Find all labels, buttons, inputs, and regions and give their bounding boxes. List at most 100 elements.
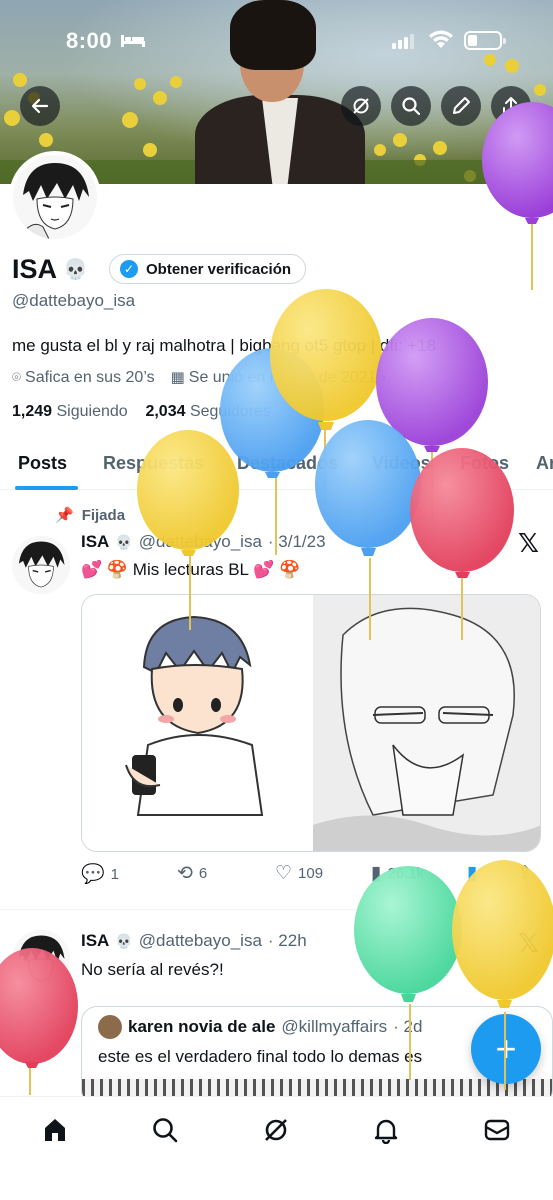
get-verified-label: Obtener verificación [146,260,292,278]
followers-link[interactable]: 2,034 Seguidores [145,403,270,420]
tweet-date[interactable]: · 22h [268,931,307,951]
wifi-icon [429,30,453,48]
location-text: Safica en sus 20’s [25,368,155,386]
profile-location: ⌾ Safica en sus 20’s [12,369,155,387]
profile-meta: ⌾ Safica en sus 20’s ▦ Se unió en marzo de… [12,368,386,387]
following-count: 1,249 [12,403,53,420]
nav-search[interactable] [150,1115,180,1145]
joined-text: Se unió en marzo de 2021 [188,369,377,386]
search-button[interactable] [391,86,431,126]
following-link[interactable]: 1,249 Siguiendo [12,403,128,420]
profile-name-text: ISA [12,254,58,284]
search-icon [402,97,421,116]
bookmark-button[interactable]: ▮ [467,862,477,885]
reply-button[interactable]: 💬 1 [81,862,119,886]
arrow-left-icon [31,98,49,114]
reply-icon: 💬 [81,864,105,885]
share-icon: ⇪ [517,863,533,884]
retweet-count: 6 [198,865,208,882]
nav-grok[interactable] [261,1115,291,1145]
nav-notifications[interactable] [371,1115,401,1145]
profile-joined[interactable]: ▦ Se unió en marzo de 2021 › [171,368,387,387]
like-count: 109 [298,865,324,882]
quoted-avatar [98,1015,122,1039]
tweet-divider [0,909,553,910]
tab-articles[interactable]: Ar [536,453,553,474]
views-chart-icon: ▮ [371,863,382,884]
search-icon [153,1118,178,1143]
skull-emoji: 💀 [63,259,88,281]
active-tab-indicator [15,486,78,490]
profile-bio: me gusta el bl y raj malhotra | bigbang … [12,336,437,355]
grok-icon [265,1119,287,1141]
tweet-text: No sería al revés?! [81,960,224,979]
tweet-share-button[interactable]: ⇪ [517,862,533,885]
calendar-icon: ▦ [170,369,185,386]
pencil-icon [453,97,470,114]
grok-icon [353,98,369,114]
tab-photos[interactable]: Fotos [460,453,509,474]
envelope-icon [484,1119,510,1141]
verified-badge-icon: ✓ [120,260,138,278]
tweet-avatar[interactable] [12,536,70,594]
bottom-navigation [0,1096,553,1200]
quoted-date: · 2d [393,1017,423,1036]
home-icon [45,1119,65,1141]
tweet-author-name[interactable]: ISA [81,931,109,951]
retweet-icon: ⟲ [177,863,193,884]
grok-button[interactable] [341,86,381,126]
quoted-author-handle: @killmyaffairs [281,1017,388,1036]
skull-emoji: 💀 [115,533,133,550]
tweet-author-handle[interactable]: @dattebayo_isa [139,931,262,951]
retweet-button[interactable]: ⟲ 6 [177,862,207,885]
tweet-media[interactable] [81,594,541,852]
pinned-label: Fijada [81,506,126,524]
get-verified-button[interactable]: ✓ Obtener verificación [109,254,307,284]
following-label: Siguiendo [56,403,128,420]
sleep-focus-icon [121,35,145,47]
tweet-date[interactable]: · 3/1/23 [268,532,326,552]
views-count: 26.1k [387,865,425,882]
status-time: 8:00 [66,28,113,53]
chevron-right-icon: › [380,369,387,386]
status-bar: 8:00 [0,0,553,80]
avatar-illustration [13,155,97,239]
media-image-1[interactable] [82,595,313,851]
share-button[interactable] [491,86,531,126]
chibi-illustration [125,615,264,816]
reply-count: 1 [110,865,120,883]
x-logo-icon: 𝕏 [518,928,539,958]
tab-videos[interactable]: Videos [372,453,431,474]
quoted-author-name: karen novia de ale [128,1017,276,1036]
tab-posts[interactable]: Posts [18,453,67,474]
media-image-2[interactable] [313,595,540,851]
views-button[interactable]: ▮ 26.1k [371,862,424,885]
tab-replies[interactable]: Respuestas [103,453,204,474]
tweet-avatar[interactable] [12,930,70,988]
like-button[interactable]: ♡ 109 [275,862,323,885]
location-pin-icon: ⌾ [12,368,22,386]
edit-button[interactable] [441,86,481,126]
followers-label: Seguidores [189,403,271,420]
pin-icon: 📌 [55,507,74,524]
back-button[interactable] [20,86,60,126]
tweet-author-name[interactable]: ISA [81,532,109,552]
tweet-header: ISA 💀 @dattebayo_isa · 3/1/23 [81,532,326,552]
profile-avatar[interactable] [9,151,101,243]
tab-highlights[interactable]: Destacados [237,453,338,474]
avatar-illustration [12,930,70,988]
tweet-header: ISA 💀 @dattebayo_isa · 22h [81,931,307,951]
bookmark-icon: ▮ [467,863,478,884]
pinned-indicator: 📌 Fijada [55,506,126,525]
battery-icon [464,31,506,50]
tweet-author-handle[interactable]: @dattebayo_isa [139,532,262,552]
compose-button[interactable]: + [471,1014,541,1084]
profile-handle: @dattebayo_isa [12,291,136,310]
tweet-text: 💕 🍄 Mis lecturas BL 💕 🍄 [81,560,301,579]
profile-tabs: Posts Respuestas Destacados Videos Fotos… [0,440,553,490]
heart-icon: ♡ [275,863,293,884]
tweet-actions: 💬 1 ⟲ 6 ♡ 109 ▮ 26.1k ▮ ⇪ [81,862,553,886]
nav-messages[interactable] [482,1115,512,1145]
share-icon [503,97,519,114]
nav-home[interactable] [40,1115,70,1145]
